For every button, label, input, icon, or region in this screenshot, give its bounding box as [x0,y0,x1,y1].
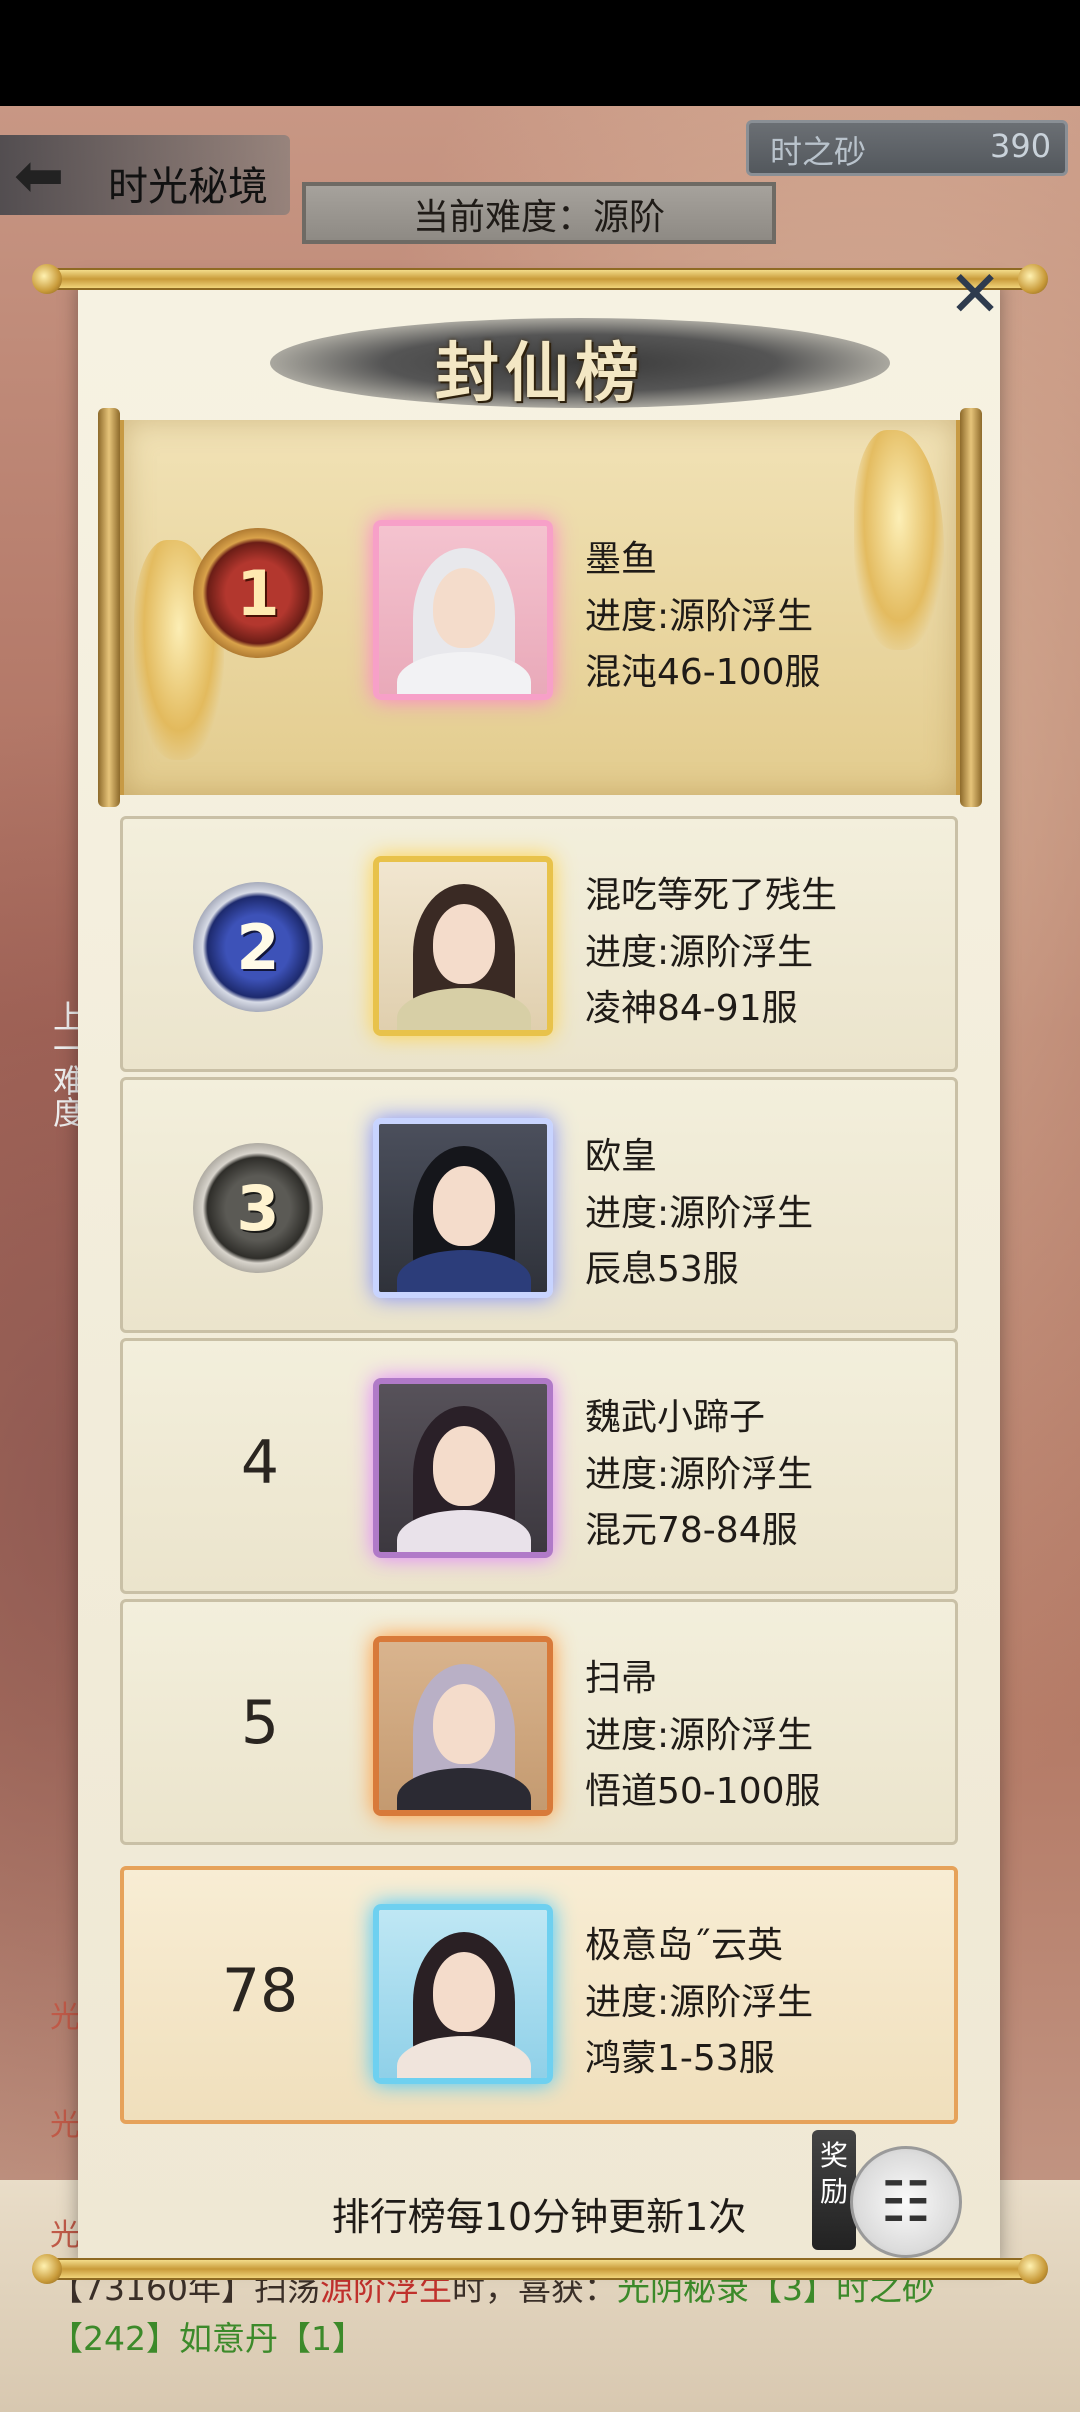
rank-medal-2: 2 [193,882,323,1012]
player-progress: 进度:源阶浮生 [585,932,814,973]
background-log-line: 【242】如意丹【1】 [50,2312,365,2360]
difficulty-label: 当前难度：源阶 [412,197,665,238]
player-server: 凌神84-91服 [585,988,798,1029]
rank-medal-3: 3 [193,1143,323,1273]
my-rank-number: 78 [221,1956,299,2026]
avatar[interactable] [373,1118,553,1298]
rank-medal-1: 1 [193,528,323,658]
phoenix-decoration [854,430,944,650]
player-server: 混沌46-100服 [585,652,821,693]
avatar[interactable] [373,856,553,1036]
avatar-face [433,568,495,648]
player-name: 扫帚 [585,1658,658,1699]
player-progress: 进度:源阶浮生 [585,1454,814,1495]
avatar-face [433,1426,495,1506]
scroll-rod-bottom [32,2254,1048,2284]
currency-label: 时之砂 [770,133,867,171]
player-name: 欧皇 [585,1136,658,1177]
status-bar [0,0,1080,106]
avatar[interactable] [373,520,553,700]
back-arrow-icon[interactable]: ⬅ [14,146,64,206]
currency-value: 390 [990,127,1052,165]
close-icon[interactable]: ✕ [948,263,1002,327]
background-log-prefix: 光 [50,2000,80,2035]
background-log-prefix: 光 [50,2218,80,2253]
player-server: 辰息53服 [585,1249,739,1290]
player-progress: 进度:源阶浮生 [585,596,814,637]
avatar-face [433,1684,495,1764]
panel-title: 封仙榜 [435,337,645,411]
avatar-face [433,1166,495,1246]
player-server: 混元78-84服 [585,1510,798,1551]
my-avatar[interactable] [373,1904,553,2084]
background-log-prefix: 光 [50,2108,80,2143]
avatar-face [433,904,495,984]
rank-number: 5 [240,1688,280,1758]
player-name: 墨鱼 [585,539,658,580]
player-server: 悟道50-100服 [585,1771,821,1812]
player-progress: 进度:源阶浮生 [585,1715,814,1756]
player-server: 鸿蒙1-53服 [585,2038,775,2079]
avatar[interactable] [373,1636,553,1816]
reward-chest-icon[interactable]: ☷ [850,2146,962,2258]
rank-number: 4 [240,1428,280,1498]
avatar-face [433,1952,495,2032]
scroll-rod-top [32,264,1048,294]
avatar[interactable] [373,1378,553,1558]
page-title: 时光秘境 [108,164,268,210]
log-reward: 【242】如意丹【1】 [50,2319,365,2358]
player-name: 魏武小蹄子 [585,1397,766,1438]
player-progress: 进度:源阶浮生 [585,1193,814,1234]
reward-label[interactable]: 奖励 [812,2130,856,2250]
player-progress: 进度:源阶浮生 [585,1982,814,2023]
player-name: 极意岛˝云英 [585,1925,784,1966]
player-name: 混吃等死了残生 [585,875,838,916]
